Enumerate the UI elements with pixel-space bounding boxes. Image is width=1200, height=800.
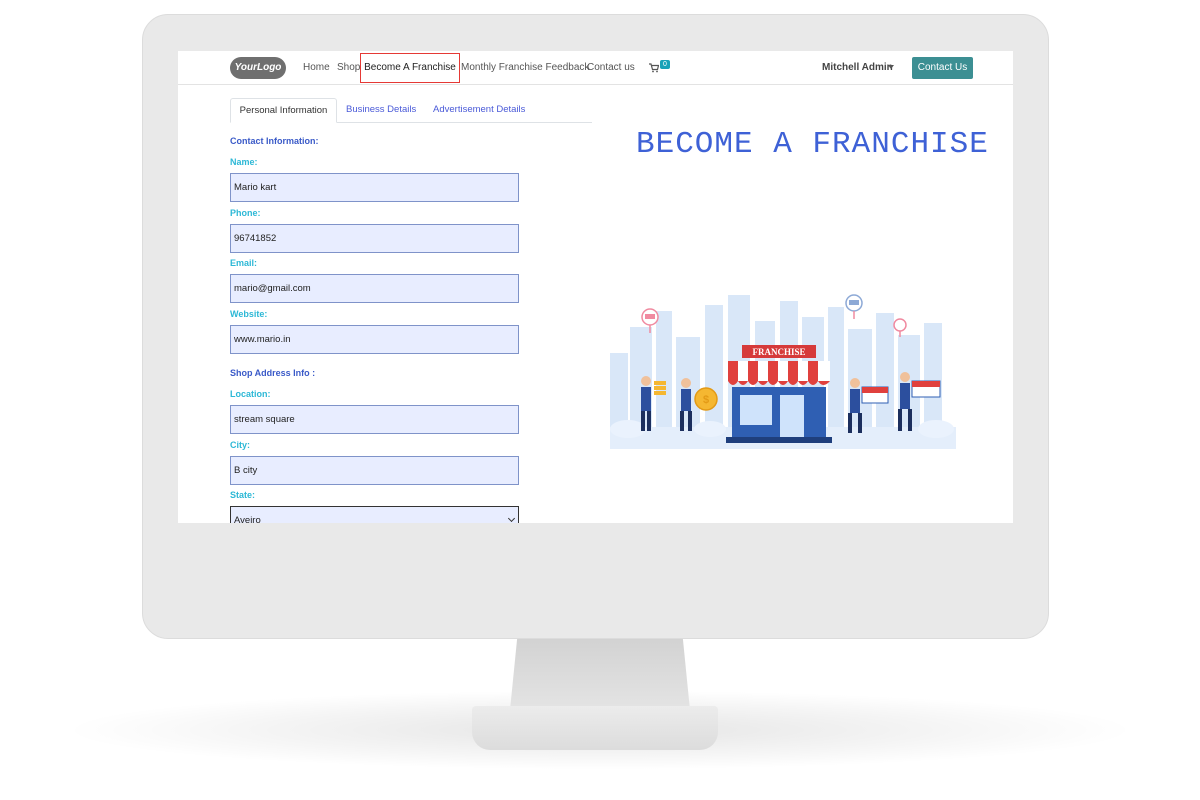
become-a-franchise-heading: BECOME A FRANCHISE — [636, 127, 989, 162]
nav-shop[interactable]: Shop — [337, 62, 360, 73]
nav-contact-us[interactable]: Contact us — [587, 62, 635, 73]
state-label: State: — [230, 490, 256, 500]
site-logo[interactable]: YourLogo — [230, 57, 286, 79]
user-menu[interactable]: Mitchell Admin — [822, 62, 893, 73]
nav-home[interactable]: Home — [303, 62, 330, 73]
contact-information-heading: Contact Information: — [230, 136, 319, 146]
email-field[interactable]: mario@gmail.com — [230, 274, 519, 303]
city-label: City: — [230, 440, 250, 450]
store-sign-text: FRANCHISE — [752, 347, 805, 357]
phone-label: Phone: — [230, 208, 261, 218]
nav-become-a-franchise[interactable]: Become A Franchise — [360, 53, 460, 83]
website-field[interactable]: www.mario.in — [230, 325, 519, 354]
state-select[interactable]: Aveiro — [230, 506, 519, 523]
tab-personal-information[interactable]: Personal Information — [230, 98, 337, 123]
state-select-value: Aveiro — [234, 515, 261, 523]
chevron-down-icon — [507, 514, 516, 523]
tab-business-details[interactable]: Business Details — [346, 98, 416, 123]
franchise-illustration: FRANCHISE $ — [610, 294, 956, 449]
city-field[interactable]: B city — [230, 456, 519, 485]
website-label: Website: — [230, 309, 268, 319]
phone-field[interactable]: 96741852 — [230, 224, 519, 253]
location-label: Location: — [230, 389, 271, 399]
monitor-stand-neck — [510, 638, 690, 710]
name-field[interactable]: Mario kart — [230, 173, 519, 202]
location-field[interactable]: stream square — [230, 405, 519, 434]
monitor-stand-base — [472, 706, 718, 750]
form-tabs: Personal Information Business Details Ad… — [230, 98, 592, 123]
cart-count-badge: 0 — [660, 60, 670, 69]
navbar: YourLogo Home Shop Become A Franchise Mo… — [178, 51, 1013, 85]
tab-advertisement-details[interactable]: Advertisement Details — [433, 98, 525, 123]
svg-text:$: $ — [703, 394, 709, 406]
name-label: Name: — [230, 157, 258, 167]
contact-us-button[interactable]: Contact Us — [912, 57, 973, 79]
chevron-down-icon[interactable] — [888, 65, 894, 69]
email-label: Email: — [230, 258, 258, 268]
nav-monthly-franchise-feedback[interactable]: Monthly Franchise Feedback — [461, 62, 589, 73]
browser-screen: YourLogo Home Shop Become A Franchise Mo… — [178, 51, 1013, 523]
shop-address-heading: Shop Address Info : — [230, 368, 316, 378]
cart-icon[interactable] — [649, 63, 660, 76]
